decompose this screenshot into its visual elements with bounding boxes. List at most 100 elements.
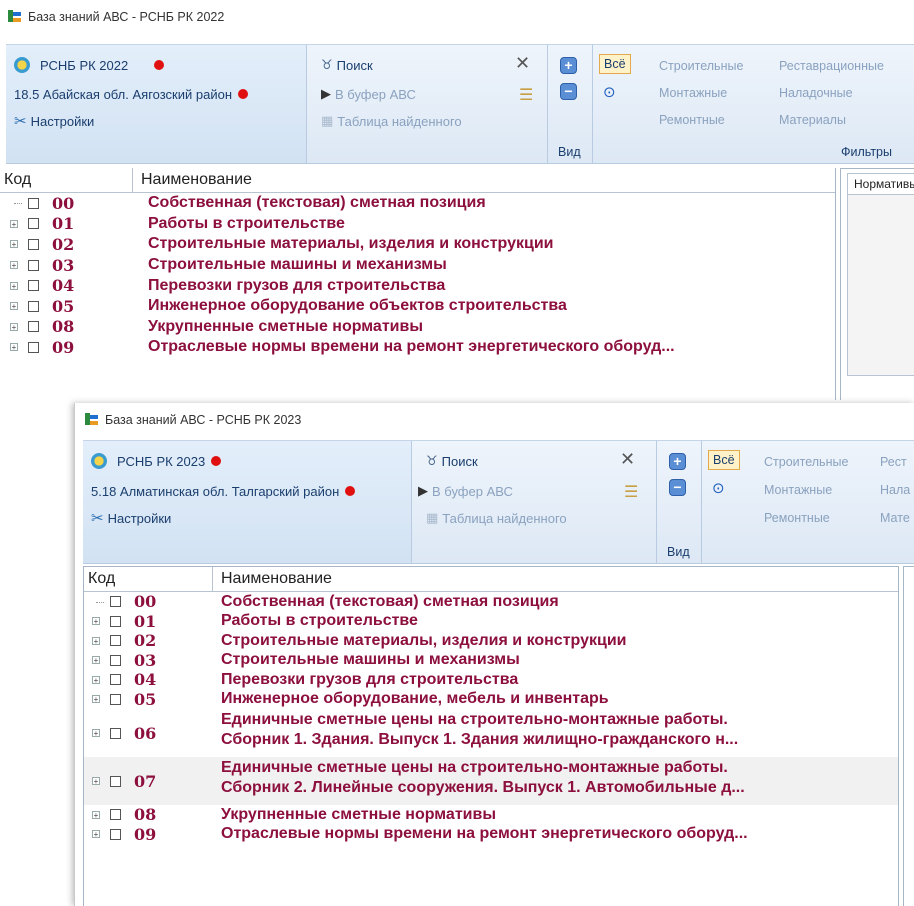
table-row[interactable]: +05 Инженерное оборудование, мебель и инв… <box>84 690 898 710</box>
table-row[interactable]: +09 Отраслевые нормы времени на ремонт эн… <box>0 337 835 358</box>
column-header-name[interactable]: Наименование <box>133 168 252 192</box>
row-name: Отраслевые нормы времени на ремонт энерг… <box>148 337 675 357</box>
row-checkbox[interactable] <box>110 809 121 821</box>
table-row[interactable]: +02 Строительные материалы, изделия и кон… <box>0 234 835 255</box>
filter-adjustment[interactable]: Наладочные <box>779 86 853 100</box>
column-header-code[interactable]: Код <box>84 567 213 591</box>
table-row[interactable]: +03 Строительные машины и механизмы <box>0 255 835 276</box>
search-button[interactable]: ♉ Поиск <box>426 449 478 473</box>
close-x-icon[interactable]: ✕ <box>620 449 635 470</box>
eye-icon[interactable]: ⊙ <box>712 479 725 497</box>
expand-icon[interactable]: + <box>8 234 28 255</box>
search-button[interactable]: ♉ Поиск <box>321 53 373 77</box>
filter-materials[interactable]: Мате <box>880 511 910 525</box>
row-checkbox[interactable] <box>110 828 121 840</box>
expand-icon[interactable]: + <box>90 651 110 671</box>
expand-all-icon[interactable]: + <box>560 57 577 74</box>
table-row[interactable]: +01 Работы в строительстве <box>84 612 898 632</box>
row-checkbox[interactable] <box>110 654 121 666</box>
row-checkbox[interactable] <box>28 341 39 353</box>
collapse-all-icon[interactable]: − <box>560 83 577 100</box>
expand-icon[interactable]: + <box>8 275 28 296</box>
filter-repair[interactable]: Ремонтные <box>659 113 725 127</box>
filter-restoration[interactable]: Реставрационные <box>779 59 884 73</box>
filter-construction[interactable]: Строительные <box>659 59 743 73</box>
row-checkbox[interactable] <box>28 300 39 312</box>
expand-icon[interactable]: + <box>8 337 28 358</box>
table-row[interactable]: +01 Работы в строительстве <box>0 214 835 235</box>
to-buffer-button[interactable]: ▶ В буфер АВС <box>418 479 513 503</box>
row-checkbox[interactable] <box>28 259 39 271</box>
expand-icon[interactable]: + <box>90 612 110 632</box>
list-icon[interactable]: ☰ <box>519 85 533 105</box>
table-row[interactable]: +03 Строительные машины и механизмы <box>84 651 898 671</box>
filter-materials[interactable]: Материалы <box>779 113 846 127</box>
table-row[interactable]: +04 Перевозки грузов для строительства <box>0 275 835 296</box>
filter-adjustment[interactable]: Нала <box>880 483 910 497</box>
expand-icon[interactable]: + <box>8 255 28 276</box>
settings-tools-icon: ✂ <box>14 113 27 130</box>
collapse-all-icon[interactable]: − <box>669 479 686 496</box>
filter-restoration[interactable]: Рест <box>880 455 907 469</box>
filter-installation[interactable]: Монтажные <box>764 483 832 497</box>
table-row[interactable]: +02 Строительные материалы, изделия и кон… <box>84 631 898 651</box>
filter-repair[interactable]: Ремонтные <box>764 511 830 525</box>
expand-icon[interactable]: + <box>90 690 110 710</box>
expand-icon[interactable]: + <box>90 757 110 805</box>
region-selector[interactable]: 18.5 Абайская обл. Аягозский район <box>14 82 248 106</box>
all-filter-button[interactable]: Всё <box>708 450 740 470</box>
expand-icon[interactable]: + <box>90 631 110 651</box>
row-code: 07 <box>134 771 157 791</box>
database-selector[interactable]: РСНБ РК 2022 <box>14 53 165 77</box>
row-checkbox[interactable] <box>110 596 121 608</box>
settings-button[interactable]: ✂ Настройки <box>14 109 94 133</box>
row-checkbox[interactable] <box>110 674 121 686</box>
expand-icon[interactable]: + <box>90 670 110 690</box>
expand-all-icon[interactable]: + <box>669 453 686 470</box>
column-header-code[interactable]: Код <box>0 168 133 192</box>
row-checkbox[interactable] <box>28 280 39 292</box>
settings-button[interactable]: ✂ Настройки <box>91 506 171 530</box>
table-row[interactable]: +05 Инженерное оборудование объектов стро… <box>0 296 835 317</box>
close-x-icon[interactable]: ✕ <box>515 53 530 74</box>
row-checkbox[interactable] <box>110 727 121 739</box>
column-header-name[interactable]: Наименование <box>213 567 332 591</box>
list-icon[interactable]: ☰ <box>624 482 638 502</box>
row-checkbox[interactable] <box>28 238 39 250</box>
to-buffer-button[interactable]: ▶ В буфер АВС <box>321 82 416 106</box>
table-row[interactable]: +09 Отраслевые нормы времени на ремонт эн… <box>84 825 898 845</box>
row-checkbox[interactable] <box>28 321 39 333</box>
expand-icon[interactable]: + <box>90 709 110 757</box>
table-row[interactable]: 00 Собственная (текстовая) сметная позици… <box>0 193 835 214</box>
found-table-button[interactable]: ▦ Таблица найденного <box>426 506 567 530</box>
row-code: 03 <box>134 650 157 670</box>
expand-icon[interactable]: + <box>8 317 28 338</box>
table-row[interactable]: +04 Перевозки грузов для строительства <box>84 670 898 690</box>
region-selector[interactable]: 5.18 Алматинская обл. Талгарский район <box>91 479 356 503</box>
expand-icon[interactable]: + <box>8 296 28 317</box>
database-selector[interactable]: РСНБ РК 2023 <box>91 449 222 473</box>
row-checkbox[interactable] <box>110 693 121 705</box>
table-row[interactable]: 00 Собственная (текстовая) сметная позици… <box>84 592 898 612</box>
row-name-line1: Строительные материалы, изделия и констр… <box>148 235 554 253</box>
filter-construction[interactable]: Строительные <box>764 455 848 469</box>
expand-icon[interactable]: + <box>8 214 28 235</box>
row-name: Отраслевые нормы времени на ремонт энерг… <box>221 824 748 844</box>
row-checkbox[interactable] <box>110 635 121 647</box>
row-checkbox[interactable] <box>110 775 121 787</box>
normatives-tab[interactable]: Нормативы <box>847 173 914 194</box>
expand-icon[interactable]: + <box>90 825 110 845</box>
table-row[interactable]: +08 Укрупненные сметные нормативы <box>0 317 835 338</box>
row-checkbox[interactable] <box>28 218 39 230</box>
table-row[interactable]: +06 Единичные сметные цены на строительно… <box>84 709 898 757</box>
row-code: 03 <box>52 255 75 275</box>
eye-icon[interactable]: ⊙ <box>603 83 616 101</box>
row-checkbox[interactable] <box>28 197 39 209</box>
row-checkbox[interactable] <box>110 615 121 627</box>
found-table-button[interactable]: ▦ Таблица найденного <box>321 109 462 133</box>
all-filter-button[interactable]: Всё <box>599 54 631 74</box>
table-row[interactable]: +07 Единичные сметные цены на строительно… <box>84 757 898 805</box>
expand-icon[interactable]: + <box>90 805 110 825</box>
table-row[interactable]: +08 Укрупненные сметные нормативы <box>84 805 898 825</box>
filter-installation[interactable]: Монтажные <box>659 86 727 100</box>
